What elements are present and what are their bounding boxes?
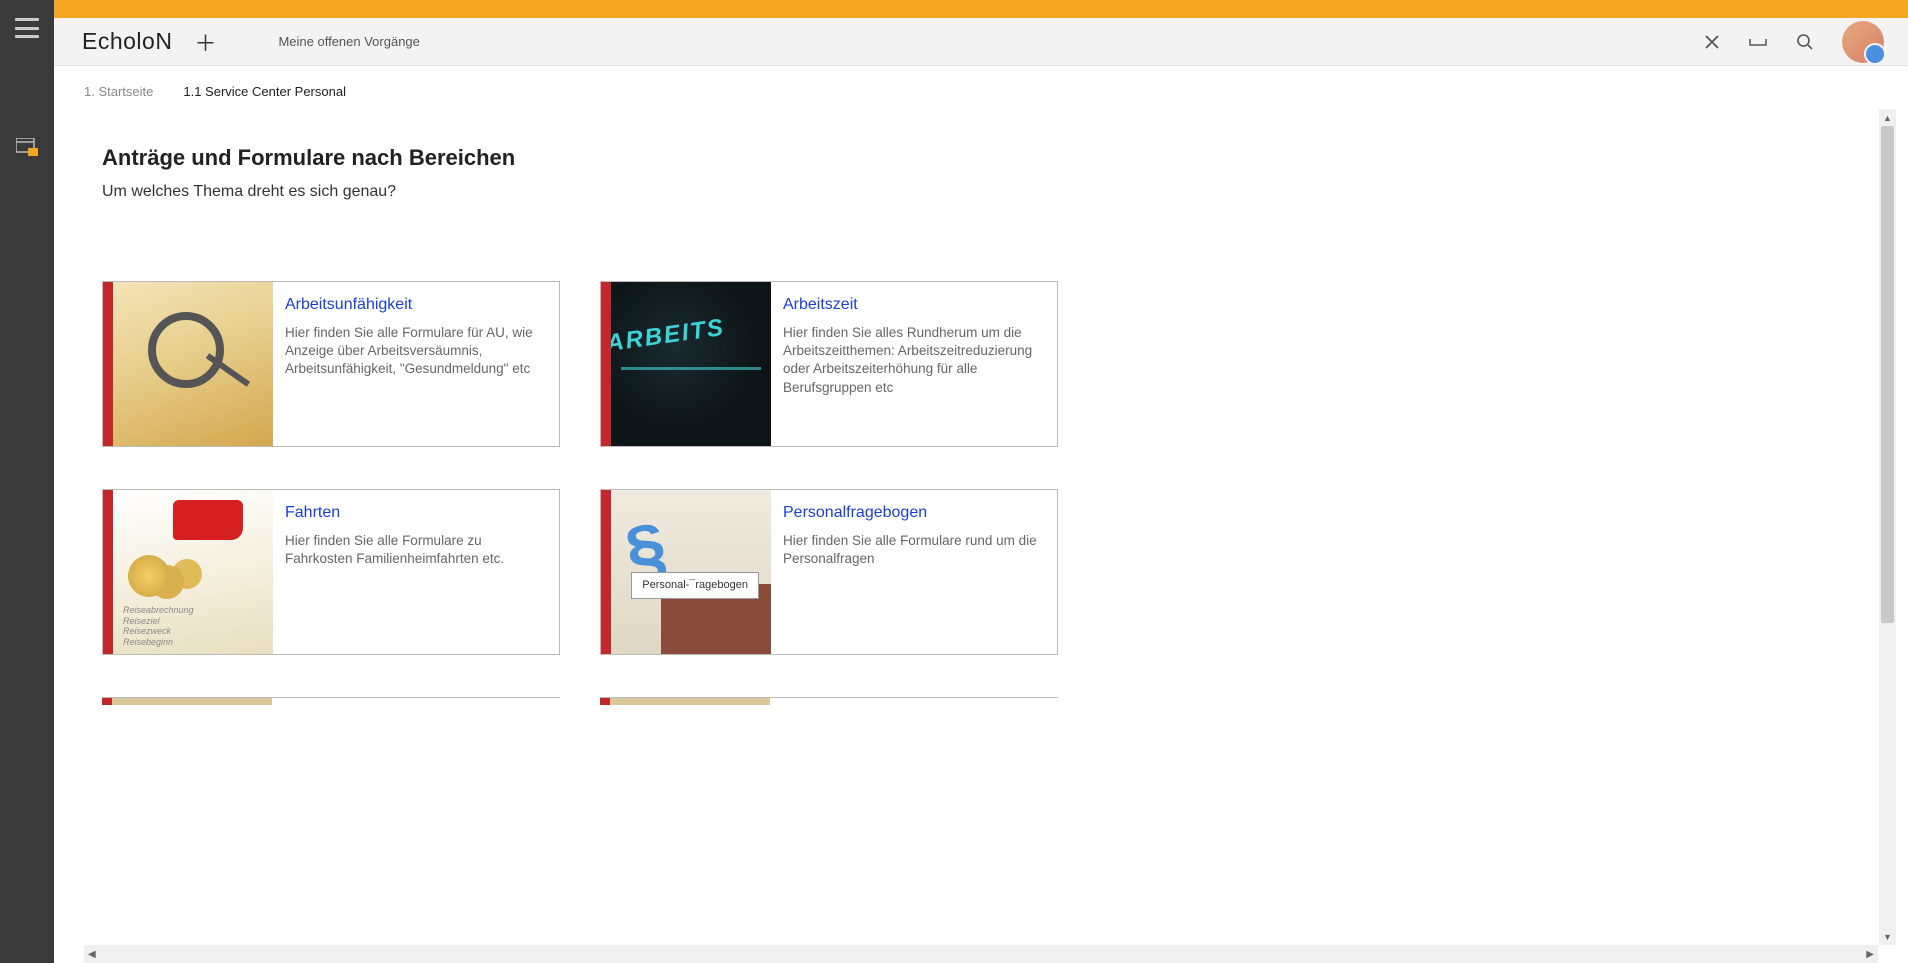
spacebar-icon[interactable] [1748,37,1768,47]
cards-grid: Arbeitsunfähigkeit Hier finden Sie alle … [102,281,1860,705]
card-accent [103,282,113,446]
search-icon[interactable] [1796,33,1814,51]
add-icon[interactable]: ＋ [194,26,216,58]
page-subtitle: Um welches Thema dreht es sich genau? [102,183,1860,201]
card-title: Personalfragebogen [783,504,1045,522]
card-accent [601,490,611,654]
card-description: Hier finden Sie alle Formulare zu Fahrko… [285,532,547,568]
main: EcholoN ＋ Meine offenen Vorgänge 1. Star… [54,0,1908,963]
card-arbeitszeit[interactable]: Arbeitszeit Hier finden Sie alles Rundhe… [600,281,1058,447]
scroll-down-icon[interactable]: ▼ [1879,928,1896,945]
card-arbeitsunfaehigkeit[interactable]: Arbeitsunfähigkeit Hier finden Sie alle … [102,281,560,447]
header-tab[interactable]: Meine offenen Vorgänge [278,34,419,49]
card-title: Fahrten [285,504,547,522]
user-avatar[interactable] [1842,21,1884,63]
close-icon[interactable] [1704,34,1720,50]
content-area: Anträge und Formulare nach Bereichen Um … [54,109,1908,963]
scroll-left-icon[interactable]: ◀ [88,949,96,960]
card-title: Arbeitsunfähigkeit [285,296,547,314]
scroll-thumb[interactable] [1881,126,1894,623]
scroll-right-icon[interactable]: ▶ [1866,949,1874,960]
card-image [113,490,273,654]
header: EcholoN ＋ Meine offenen Vorgänge [54,18,1908,66]
horizontal-scrollbar[interactable]: ◀ ▶ [84,945,1878,963]
breadcrumb: 1. Startseite 1.1 Service Center Persona… [54,66,1908,109]
card-partial[interactable] [600,697,1058,705]
card-image [611,490,771,654]
card-image [113,282,273,446]
app-logo: EcholoN [82,28,172,55]
card-fahrten[interactable]: Fahrten Hier finden Sie alle Formulare z… [102,489,560,655]
card-title: Arbeitszeit [783,296,1045,314]
card-accent [103,490,113,654]
card-personalfragebogen[interactable]: Personalfragebogen Hier finden Sie alle … [600,489,1058,655]
card-accent [601,282,611,446]
menu-icon[interactable] [15,18,39,38]
breadcrumb-current[interactable]: 1.1 Service Center Personal [183,84,346,99]
sidebar [0,0,54,963]
page-title: Anträge und Formulare nach Bereichen [102,145,1860,171]
scroll-up-icon[interactable]: ▲ [1879,109,1896,126]
card-description: Hier finden Sie alle Formulare rund um d… [783,532,1045,568]
card-partial[interactable] [102,697,560,705]
vertical-scrollbar[interactable]: ▲ ▼ [1879,109,1896,945]
card-description: Hier finden Sie alle Formulare für AU, w… [285,324,547,379]
breadcrumb-home[interactable]: 1. Startseite [84,84,153,99]
sidebar-nav-icon[interactable] [16,138,38,161]
accent-bar [54,0,1908,18]
card-image [611,282,771,446]
card-description: Hier finden Sie alles Rundherum um die A… [783,324,1045,397]
